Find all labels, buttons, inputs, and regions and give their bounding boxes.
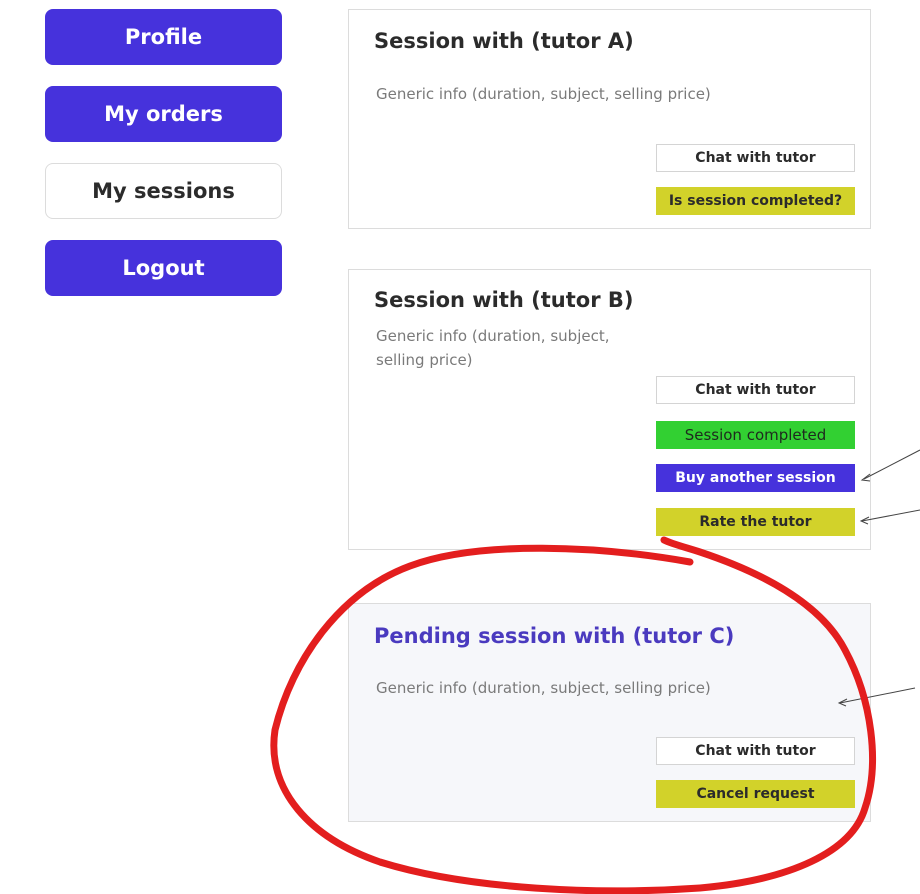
chat-with-tutor-button[interactable]: Chat with tutor — [656, 376, 855, 404]
session-card-tutor-b: Session with (tutor B) Generic info (dur… — [348, 269, 871, 550]
nav-my-orders-button[interactable]: My orders — [45, 86, 282, 142]
session-card-tutor-a: Session with (tutor A) Generic info (dur… — [348, 9, 871, 229]
session-info: Generic info (duration, subject, selling… — [376, 85, 711, 103]
nav-my-sessions-button[interactable]: My sessions — [45, 163, 282, 219]
session-title: Session with (tutor B) — [374, 288, 634, 312]
is-session-completed-button[interactable]: Is session completed? — [656, 187, 855, 215]
session-completed-badge: Session completed — [656, 421, 855, 449]
annotation-arrow-buy — [863, 449, 920, 480]
pending-session-title: Pending session with (tutor C) — [374, 624, 735, 648]
rate-the-tutor-button[interactable]: Rate the tutor — [656, 508, 855, 536]
nav-profile-button[interactable]: Profile — [45, 9, 282, 65]
session-info: Generic info (duration, subject, selling… — [376, 327, 610, 369]
chat-with-tutor-button[interactable]: Chat with tutor — [656, 737, 855, 765]
chat-with-tutor-button[interactable]: Chat with tutor — [656, 144, 855, 172]
pending-session-card-tutor-c: Pending session with (tutor C) Generic i… — [348, 603, 871, 822]
session-title: Session with (tutor A) — [374, 29, 634, 53]
nav-logout-button[interactable]: Logout — [45, 240, 282, 296]
buy-another-session-button[interactable]: Buy another session — [656, 464, 855, 492]
cancel-request-button[interactable]: Cancel request — [656, 780, 855, 808]
session-info: Generic info (duration, subject, selling… — [376, 679, 711, 697]
